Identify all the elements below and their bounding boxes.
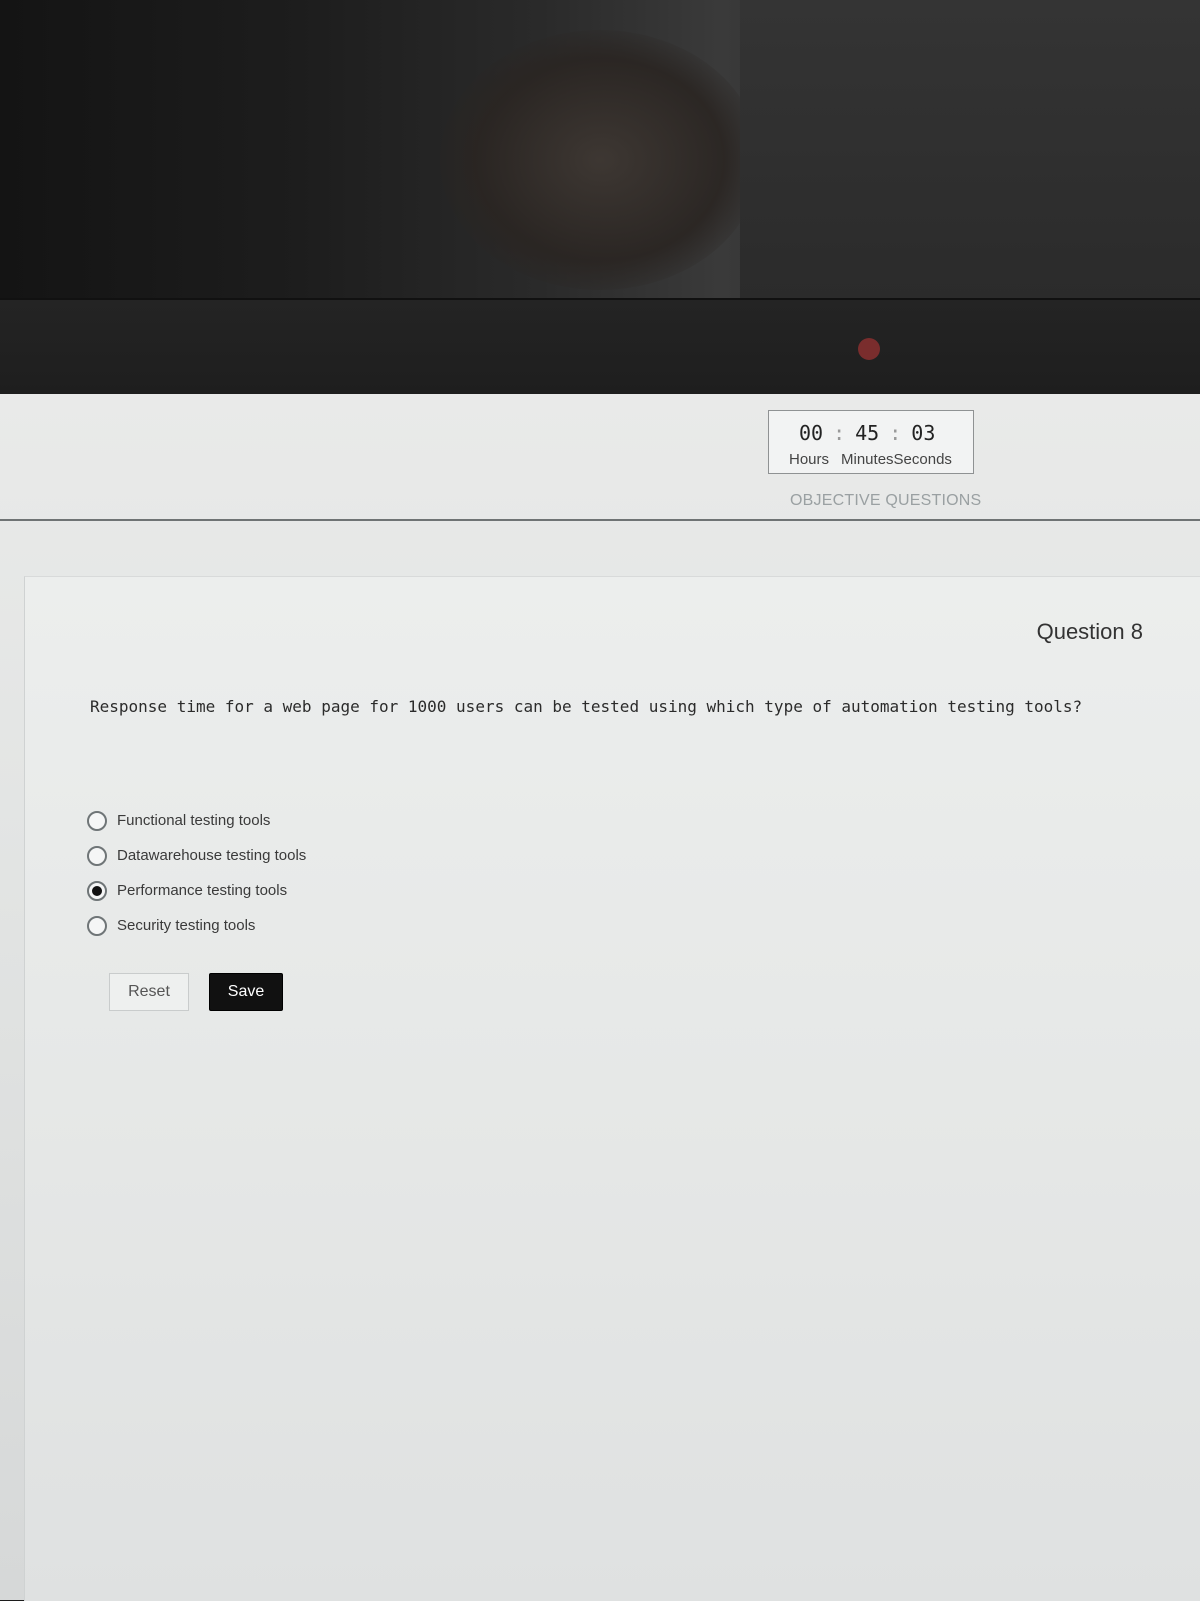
- option-label: Datawarehouse testing tools: [117, 847, 307, 864]
- timer-seconds-label: Seconds: [893, 451, 952, 468]
- timer-hours-label: Hours: [789, 451, 830, 468]
- timer-hours: 00: [799, 421, 824, 445]
- background-reflection: [440, 30, 760, 290]
- action-buttons: Reset Save: [109, 973, 283, 1011]
- countdown-timer: 00:45:03 Hours MinutesSeconds: [768, 410, 974, 474]
- monitor-bezel: [0, 298, 1200, 396]
- timer-separator: :: [833, 421, 846, 445]
- background-wall: [740, 0, 1200, 300]
- timer-separator: :: [889, 421, 902, 445]
- webcam-indicator: [858, 338, 880, 360]
- timer-minutes-label: Minutes: [841, 451, 894, 468]
- answer-option[interactable]: Performance testing tools: [87, 873, 306, 908]
- radio-button-selected[interactable]: [87, 880, 107, 901]
- option-label: Functional testing tools: [117, 812, 271, 829]
- question-number: Question 8: [1036, 619, 1143, 644]
- section-title: OBJECTIVE QUESTIONS: [790, 492, 982, 509]
- header-divider: [0, 519, 1200, 521]
- answer-option[interactable]: Security testing tools: [87, 908, 306, 943]
- answer-option[interactable]: Datawarehouse testing tools: [87, 838, 306, 873]
- radio-button[interactable]: [87, 915, 107, 936]
- timer-minutes: 45: [855, 421, 880, 445]
- question-panel: Question 8 Response time for a web page …: [24, 576, 1200, 1601]
- reset-button[interactable]: Reset: [109, 973, 189, 1011]
- answer-options: Functional testing tools Datawarehouse t…: [87, 803, 306, 943]
- timer-units: Hours MinutesSeconds: [789, 451, 952, 468]
- timer-values: 00:45:03: [799, 421, 935, 445]
- answer-option[interactable]: Functional testing tools: [87, 803, 306, 838]
- option-label: Performance testing tools: [117, 882, 288, 899]
- question-text: Response time for a web page for 1000 us…: [90, 697, 1083, 716]
- timer-seconds: 03: [911, 421, 936, 445]
- exam-screen: 00:45:03 Hours MinutesSeconds OBJECTIVE Q…: [0, 394, 1200, 1601]
- radio-button[interactable]: [87, 845, 107, 866]
- option-label: Security testing tools: [117, 917, 256, 934]
- save-button[interactable]: Save: [209, 973, 283, 1011]
- radio-button[interactable]: [87, 810, 107, 831]
